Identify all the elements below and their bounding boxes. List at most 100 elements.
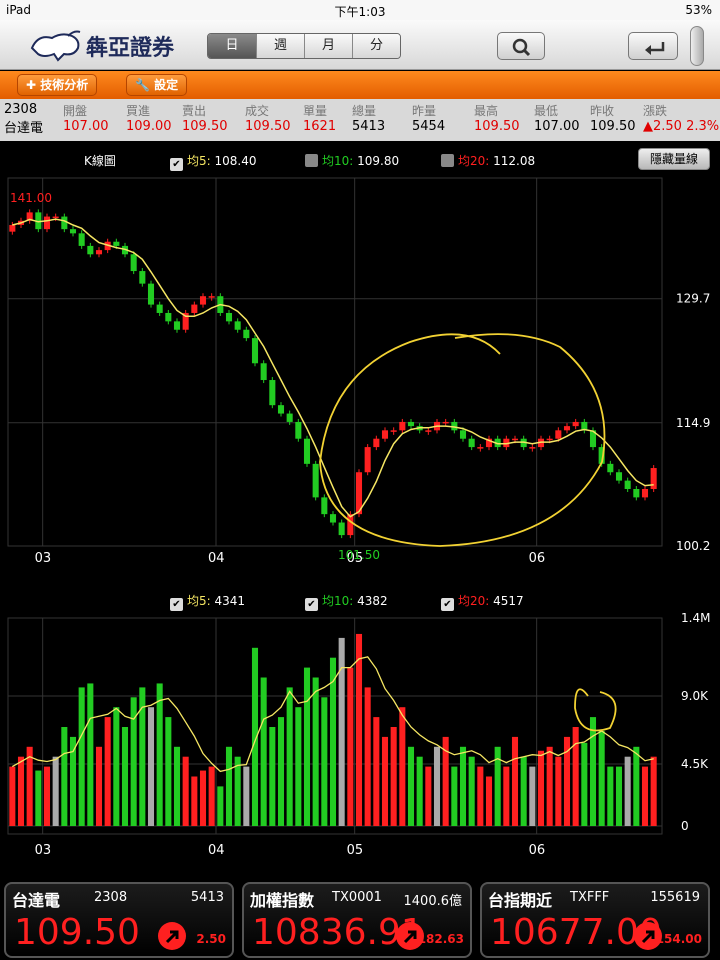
card-volume: 1400.6億: [403, 894, 463, 909]
kline-ma5-legend[interactable]: ✔ 均5: 108.40: [170, 152, 257, 171]
vol-ma20-label: 均20:: [458, 594, 490, 608]
volume-bar: [511, 736, 519, 826]
volume-bar: [338, 637, 345, 826]
kline-ma20-legend[interactable]: 均20: 112.08: [441, 152, 535, 169]
kline-ma10-legend[interactable]: 均10: 109.80: [305, 152, 399, 169]
candle-body: [43, 216, 51, 230]
candle-body: [69, 229, 77, 234]
volume-bar: [355, 633, 363, 826]
volume-bar: [451, 766, 458, 826]
period-minute-tab[interactable]: 分: [352, 34, 400, 58]
volume-bar: [312, 677, 319, 826]
candle-body: [390, 430, 397, 432]
card-code: TX0001: [332, 890, 382, 905]
candle-body: [9, 224, 16, 232]
candle-body: [633, 489, 640, 498]
candle-body: [303, 438, 311, 464]
ma10-value: 109.80: [357, 154, 400, 168]
candle-body: [269, 380, 276, 406]
ma5-checkbox-icon: ✔: [170, 158, 183, 171]
volume-bar: [390, 727, 397, 826]
volume-bar: [425, 766, 432, 826]
quote-header-open: 開盤: [63, 104, 88, 118]
candle-body: [130, 254, 137, 272]
kline-x-tick: 04: [208, 551, 225, 566]
candle-body: [87, 245, 94, 255]
kline-high-marker: 141.00: [10, 191, 52, 205]
quote-card-index[interactable]: 加權指數 TX0001 1400.6億 10836.91 182.63: [242, 882, 472, 958]
ma20-label: 均20:: [458, 154, 490, 168]
volume-y-tick: 0: [681, 819, 689, 833]
candle-body: [468, 438, 475, 448]
period-week-tab[interactable]: 週: [256, 34, 304, 58]
volume-bar: [598, 730, 605, 826]
stock-code: 2308: [4, 102, 38, 117]
vol-ma5-value: 4341: [214, 594, 246, 608]
volume-bar: [555, 756, 562, 826]
wrench-icon: 🔧: [135, 78, 150, 92]
volume-chart[interactable]: 1.4M 9.0K 4.5K 0 03 04 05 06: [0, 578, 720, 862]
volume-bar: [243, 766, 250, 826]
back-arrow-icon: [645, 42, 665, 55]
volume-bar: [43, 766, 51, 826]
ma10-label: 均10:: [322, 154, 354, 168]
card-code: 2308: [94, 890, 128, 905]
brand-name: 犇亞證券: [86, 35, 175, 61]
candle-body: [199, 296, 207, 305]
period-month-tab[interactable]: 月: [304, 34, 352, 58]
brand-logo: 犇亞證券: [28, 26, 188, 64]
candle-body: [277, 405, 285, 414]
volume-bar: [121, 727, 129, 826]
search-button[interactable]: [497, 32, 545, 60]
volume-bar: [633, 746, 640, 826]
ma10-checkbox-icon: [305, 154, 318, 167]
quote-header-ask: 賣出: [182, 104, 207, 118]
volume-x-tick: 03: [35, 843, 52, 858]
volume-bar: [217, 786, 224, 826]
quote-card-stock[interactable]: 台達電 2308 5413 109.50 2.50: [4, 882, 234, 958]
candle-body: [407, 421, 415, 427]
settings-button[interactable]: 🔧 設定: [126, 74, 188, 96]
candle-body: [321, 497, 328, 515]
candle-body: [511, 438, 519, 441]
period-day-tab[interactable]: 日: [208, 34, 256, 58]
volume-bar: [199, 770, 207, 826]
kline-chart[interactable]: 100.2114.9129.703 04 05 06141.00101.50: [0, 142, 720, 574]
volume-bar: [607, 766, 614, 826]
kline-y-tick: 114.9: [676, 416, 710, 430]
volume-bar: [581, 742, 588, 826]
volume-bar: [537, 750, 545, 826]
kline-x-tick: 06: [529, 551, 546, 566]
quote-header-prev-close: 昨收: [590, 104, 615, 118]
stock-name: 台達電: [4, 121, 44, 136]
vol-ma20-value: 4517: [493, 594, 524, 608]
volume-bar: [381, 736, 389, 826]
candle-body: [165, 312, 172, 322]
status-bar: iPad 下午1:03 53%: [0, 0, 720, 20]
kline-x-tick: 03: [35, 551, 52, 566]
candle-body: [338, 522, 345, 536]
volume-y-tick: 9.0K: [681, 689, 709, 703]
volume-ma5-legend[interactable]: ✔ 均5: 4341: [170, 592, 245, 611]
candle-body: [381, 430, 389, 439]
volume-x-tick: 05: [347, 843, 364, 858]
volume-bar: [303, 667, 311, 826]
volume-bar: [347, 667, 354, 826]
bottom-quote-cards: 台達電 2308 5413 109.50 2.50 加權指數 TX0001 14…: [0, 876, 720, 960]
candle-body: [286, 413, 293, 422]
scroll-handle[interactable]: [690, 26, 704, 66]
battery-label: 53%: [685, 3, 712, 17]
hide-volume-button[interactable]: 隱藏量線: [638, 148, 710, 170]
quote-high: 109.50: [474, 119, 520, 134]
volume-bar: [589, 717, 597, 826]
tech-analysis-button[interactable]: ✚ 技術分析: [17, 74, 98, 96]
quote-card-futures[interactable]: 台指期近 TXFFF 155619 10677.00 154.00: [480, 882, 710, 958]
quote-header-low: 最低: [534, 104, 559, 118]
candle-body: [364, 447, 371, 473]
back-button[interactable]: [628, 32, 678, 60]
card-change: 182.63: [417, 932, 464, 946]
volume-bar: [373, 717, 380, 826]
volume-ma20-legend[interactable]: ✔ 均20: 4517: [441, 592, 524, 611]
volume-ma10-legend[interactable]: ✔ 均10: 4382: [305, 592, 388, 611]
quote-bid: 109.00: [126, 119, 172, 134]
